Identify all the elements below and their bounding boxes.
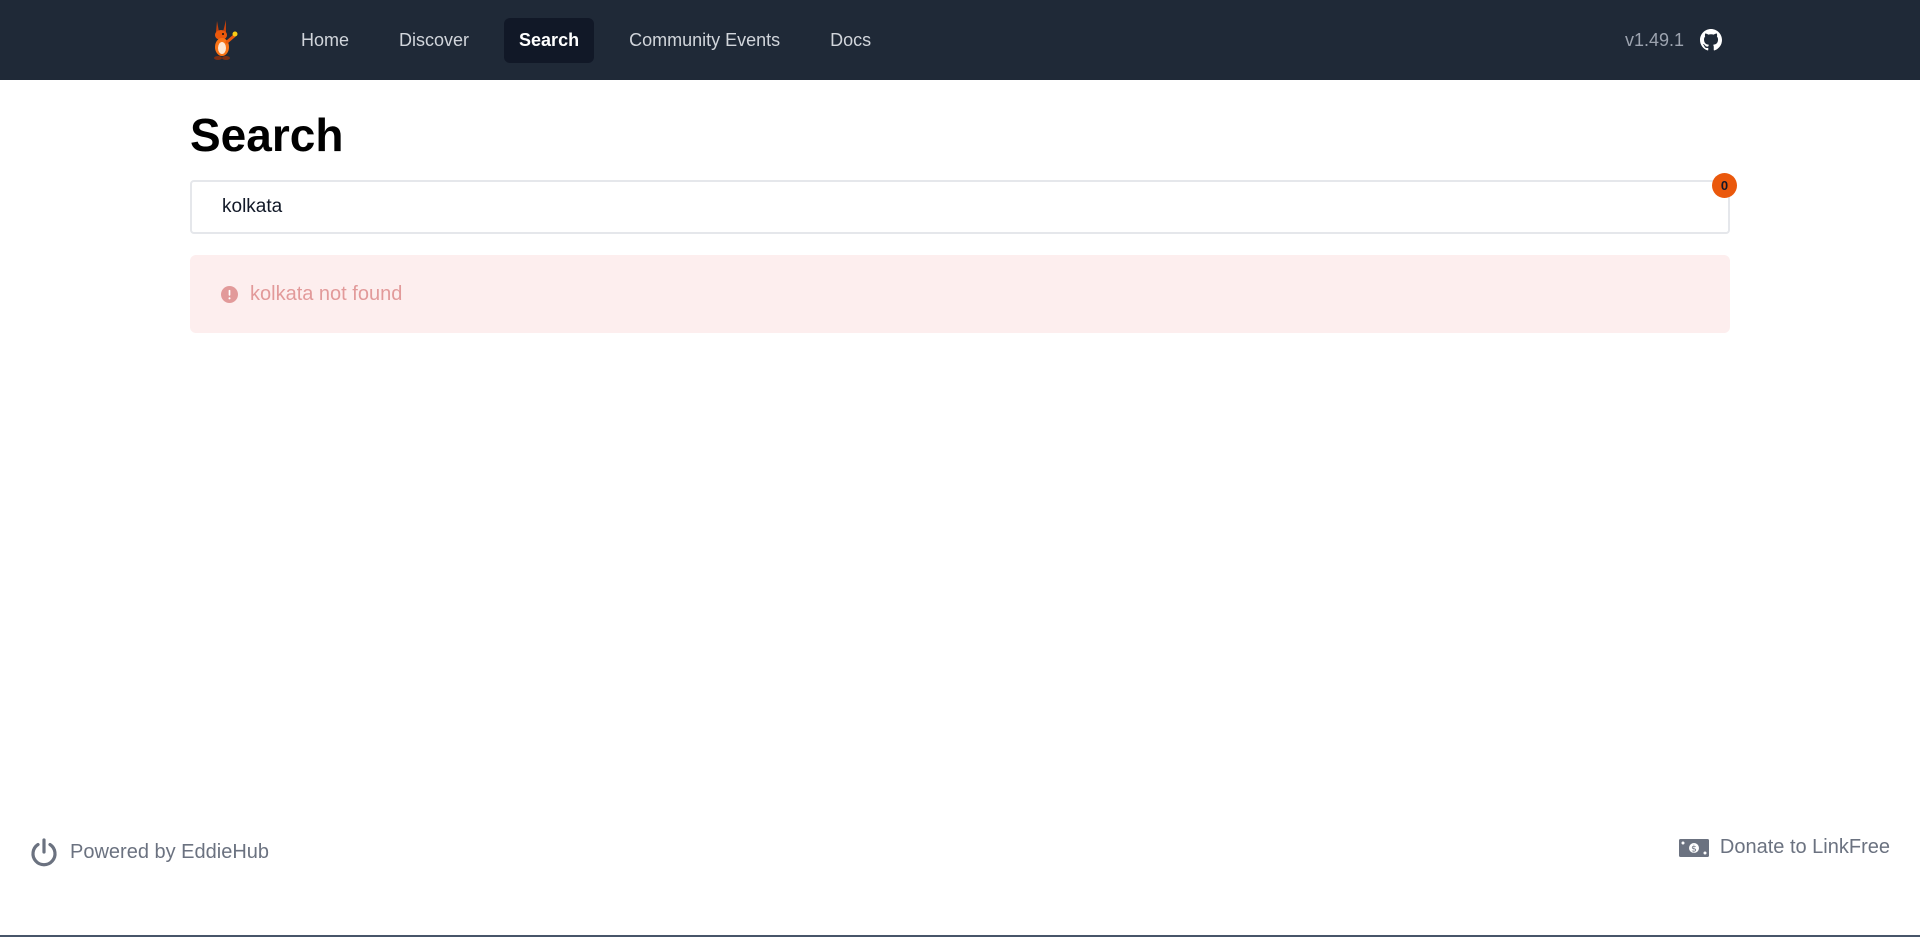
nav-link-docs[interactable]: Docs <box>815 18 886 63</box>
donate-link[interactable]: $ Donate to LinkFree <box>1678 836 1890 859</box>
alert-message: kolkata not found <box>250 282 403 305</box>
svg-text:$: $ <box>1691 844 1697 854</box>
money-icon: $ <box>1678 838 1709 857</box>
search-input[interactable] <box>190 180 1730 234</box>
donate-label: Donate to LinkFree <box>1719 836 1890 858</box>
nav-link-community-events[interactable]: Community Events <box>614 18 795 63</box>
top-navbar: Home Discover Search Community Events Do… <box>0 0 1920 80</box>
powered-by-label: Powered by EddieHub <box>70 840 270 863</box>
powered-by-link[interactable]: Powered by EddieHub <box>28 836 269 868</box>
linkfree-mascot-icon[interactable] <box>202 17 242 63</box>
nav-link-home[interactable]: Home <box>286 18 364 63</box>
result-count-badge: 0 <box>1712 173 1737 198</box>
footer: Powered by EddieHub $ Donate to LinkFree <box>0 826 1920 880</box>
search-wrapper: 0 <box>190 173 1737 234</box>
github-icon[interactable] <box>1700 29 1722 51</box>
nav-link-discover[interactable]: Discover <box>384 18 484 63</box>
exclamation-circle-icon <box>221 285 238 303</box>
power-icon <box>31 838 57 867</box>
page-title: Search <box>190 109 344 161</box>
nav-link-search[interactable]: Search <box>504 17 595 63</box>
nav-links: Home Discover Search Community Events Do… <box>286 17 906 63</box>
nav-right: v1.49.1 <box>1625 29 1730 51</box>
not-found-alert: kolkata not found <box>190 255 1730 333</box>
version-label: v1.49.1 <box>1624 29 1684 50</box>
main-content: Search 0 kolkata not found <box>190 80 1737 333</box>
navbar-inner: Home Discover Search Community Events Do… <box>190 0 1730 80</box>
